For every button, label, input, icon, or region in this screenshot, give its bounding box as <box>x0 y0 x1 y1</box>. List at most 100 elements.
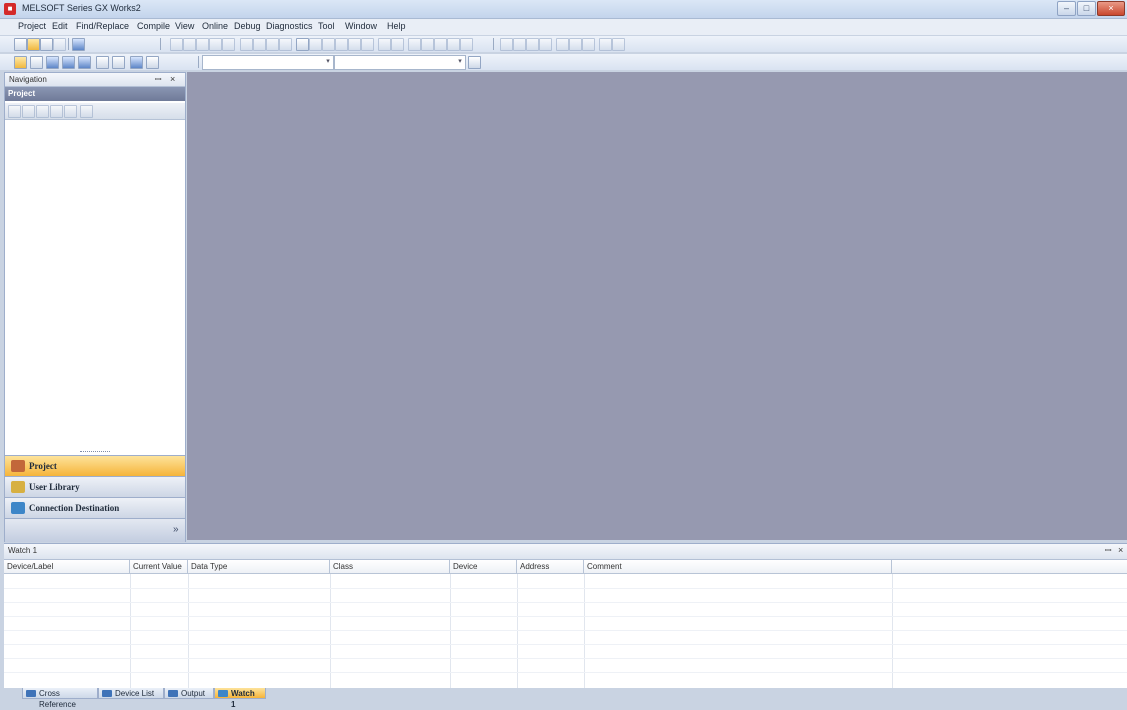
nav-button-label: Project <box>29 461 57 471</box>
monitor-tool-icon[interactable] <box>500 38 513 51</box>
program-select-combo[interactable]: ▾ <box>202 55 334 70</box>
monitor-tool-icon[interactable] <box>526 38 539 51</box>
menu-bar: Project Edit Find/Replace Compile View O… <box>0 19 1127 35</box>
jump-icon[interactable] <box>468 56 481 69</box>
column-header-class[interactable]: Class <box>330 560 450 574</box>
paste-icon[interactable] <box>196 38 209 51</box>
close-button[interactable]: × <box>1097 1 1125 16</box>
tab-output[interactable]: Output <box>164 688 214 699</box>
row-divider <box>4 602 1127 603</box>
watch-grid[interactable]: Device/Label Current Value Data Type Cla… <box>4 560 1127 689</box>
ladder-tool-icon[interactable] <box>434 38 447 51</box>
properties-icon[interactable] <box>22 105 35 118</box>
monitor-tool-icon[interactable] <box>556 38 569 51</box>
tab-watch-1[interactable]: Watch 1 <box>214 688 266 709</box>
ladder-tool-icon[interactable] <box>348 38 361 51</box>
new-data-icon[interactable] <box>8 105 21 118</box>
copy-icon[interactable] <box>183 38 196 51</box>
menu-debug[interactable]: Debug <box>234 21 261 31</box>
undo-icon[interactable] <box>209 38 222 51</box>
monitor-tool-icon[interactable] <box>612 38 625 51</box>
menu-online[interactable]: Online <box>202 21 228 31</box>
paste-icon[interactable] <box>50 105 63 118</box>
cut-icon[interactable] <box>170 38 183 51</box>
maximize-button[interactable]: □ <box>1077 1 1096 16</box>
ladder-tool-icon[interactable] <box>253 38 266 51</box>
nav-button-user-library[interactable]: User Library <box>5 476 185 497</box>
column-header-address[interactable]: Address <box>517 560 584 574</box>
help-icon[interactable] <box>72 38 85 51</box>
redo-icon[interactable] <box>222 38 235 51</box>
menu-tool[interactable]: Tool <box>318 21 335 31</box>
close-icon[interactable]: × <box>1118 545 1123 555</box>
tab-cross-reference[interactable]: Cross Reference <box>22 688 98 709</box>
find-icon[interactable] <box>112 56 125 69</box>
binoculars-icon[interactable] <box>146 56 159 69</box>
navigation-footer: » <box>5 518 185 542</box>
save-icon[interactable] <box>40 38 53 51</box>
menu-help[interactable]: Help <box>387 21 406 31</box>
column-header-comment[interactable]: Comment <box>584 560 892 574</box>
menu-find-replace[interactable]: Find/Replace <box>76 21 129 31</box>
tab-device-list[interactable]: Device List <box>98 688 164 699</box>
menu-diagnostics[interactable]: Diagnostics <box>266 21 313 31</box>
ladder-tool-icon[interactable] <box>460 38 473 51</box>
nav-button-project[interactable]: Project <box>5 455 185 476</box>
ladder-tool-icon[interactable] <box>447 38 460 51</box>
user-library-icon <box>11 481 25 493</box>
device-list-icon[interactable] <box>78 56 91 69</box>
column-header-data-type[interactable]: Data Type <box>188 560 330 574</box>
pin-icon[interactable]: ꟷ <box>155 74 162 85</box>
device-memory-icon[interactable] <box>30 56 43 69</box>
ladder-tool-icon[interactable] <box>335 38 348 51</box>
chevron-right-icon[interactable]: » <box>173 524 179 535</box>
ladder-tool-icon[interactable] <box>322 38 335 51</box>
minimize-button[interactable]: – <box>1057 1 1076 16</box>
new-project-icon[interactable] <box>14 38 27 51</box>
ladder-tool-icon[interactable] <box>391 38 404 51</box>
ladder-tool-icon[interactable] <box>240 38 253 51</box>
column-header-device[interactable]: Device <box>450 560 517 574</box>
close-icon[interactable]: × <box>170 74 175 84</box>
ladder-tool-icon[interactable] <box>378 38 391 51</box>
menu-project[interactable]: Project <box>18 21 46 31</box>
column-header-current-value[interactable]: Current Value <box>130 560 188 574</box>
copy-icon[interactable] <box>36 105 49 118</box>
delete-icon[interactable] <box>64 105 77 118</box>
ladder-tool-icon[interactable] <box>361 38 374 51</box>
compile-icon[interactable] <box>296 38 309 51</box>
tab-label: Output <box>181 689 206 698</box>
monitor-tool-icon[interactable] <box>569 38 582 51</box>
project-tree[interactable] <box>5 120 185 450</box>
ladder-tool-icon[interactable] <box>266 38 279 51</box>
monitor-tool-icon[interactable] <box>599 38 612 51</box>
open-project-icon[interactable] <box>27 38 40 51</box>
monitor-tool-icon[interactable] <box>513 38 526 51</box>
tab-label: Cross Reference <box>39 689 76 709</box>
sort-icon[interactable] <box>80 105 93 118</box>
nav-button-connection-destination[interactable]: Connection Destination <box>5 497 185 518</box>
ladder-tool-icon[interactable] <box>279 38 292 51</box>
row-divider <box>4 672 1127 673</box>
menu-window[interactable]: Window <box>345 21 377 31</box>
watch-window-icon[interactable] <box>62 56 75 69</box>
online-icon[interactable] <box>130 56 143 69</box>
pin-icon[interactable]: ꟷ <box>1105 545 1112 556</box>
menu-compile[interactable]: Compile <box>137 21 170 31</box>
project-view-icon[interactable] <box>14 56 27 69</box>
label-select-combo[interactable]: ▾ <box>334 55 466 70</box>
output-window-icon[interactable] <box>46 56 59 69</box>
column-header-device-label[interactable]: Device/Label <box>4 560 130 574</box>
monitor-tool-icon[interactable] <box>582 38 595 51</box>
menu-view[interactable]: View <box>175 21 194 31</box>
print-icon[interactable] <box>53 38 66 51</box>
splitter-grip[interactable] <box>80 451 110 454</box>
chevron-down-icon: ▾ <box>458 58 462 65</box>
ladder-tool-icon[interactable] <box>309 38 322 51</box>
ladder-tool-icon[interactable] <box>421 38 434 51</box>
monitor-tool-icon[interactable] <box>539 38 552 51</box>
ladder-tool-icon[interactable] <box>408 38 421 51</box>
menu-edit[interactable]: Edit <box>52 21 68 31</box>
parameter-icon[interactable] <box>96 56 109 69</box>
workspace-area <box>187 72 1127 540</box>
